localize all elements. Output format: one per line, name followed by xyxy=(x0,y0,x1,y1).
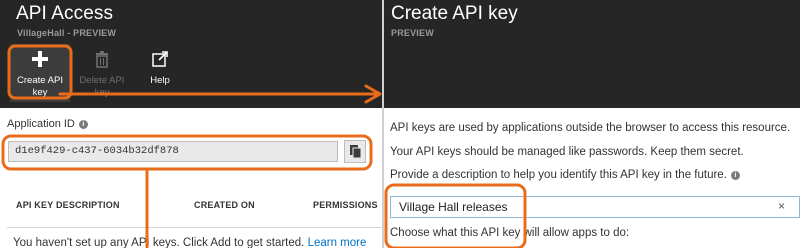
copy-icon xyxy=(350,145,362,159)
help-button[interactable]: Help xyxy=(136,44,184,102)
column-header-created-on[interactable]: CREATED ON xyxy=(194,200,255,210)
column-header-permissions[interactable]: PERMISSIONS xyxy=(313,200,378,210)
help-label: Help xyxy=(150,75,170,86)
info-icon[interactable]: i xyxy=(78,120,88,129)
trash-icon xyxy=(96,51,108,68)
blade-title: Create API key xyxy=(391,3,518,24)
create-api-key-label: Create API key xyxy=(17,75,63,98)
empty-state-text: You haven't set up any API keys. Click A… xyxy=(13,237,305,248)
blade-header: API Access VillageHall - PREVIEW Create … xyxy=(0,0,382,108)
description-hint-text: Provide a description to help you identi… xyxy=(390,169,727,181)
intro-text-2: Your API keys should be managed like pas… xyxy=(390,146,744,158)
intro-text-1: API keys are used by applications outsid… xyxy=(390,122,791,134)
blade-header: Create API key PREVIEW xyxy=(384,0,800,108)
description-input[interactable] xyxy=(390,196,800,218)
blade-title: API Access xyxy=(16,3,114,24)
create-api-key-blade: Create API key PREVIEW API keys are used… xyxy=(384,0,800,248)
permissions-prompt: Choose what this API key will allow apps… xyxy=(390,227,630,239)
table-header-divider xyxy=(7,227,382,228)
application-id-label: Application ID i xyxy=(7,118,88,130)
application-id-label-text: Application ID xyxy=(7,118,75,130)
empty-state-message: You haven't set up any API keys. Click A… xyxy=(13,237,366,248)
delete-api-key-label: Delete API key xyxy=(79,75,125,98)
application-id-field[interactable]: d1e9f429-c437-6034b32df878 xyxy=(8,141,338,162)
description-hint: Provide a description to help you identi… xyxy=(390,169,740,181)
column-header-description[interactable]: API KEY DESCRIPTION xyxy=(16,200,120,210)
blade-subtitle: VillageHall - PREVIEW xyxy=(17,28,117,38)
blade-subtitle: PREVIEW xyxy=(391,28,434,38)
delete-api-key-button[interactable]: Delete API key xyxy=(74,44,130,102)
copy-button[interactable] xyxy=(344,140,366,163)
clear-icon[interactable]: × xyxy=(778,199,785,213)
create-api-key-button[interactable]: Create API key xyxy=(10,44,70,102)
api-access-blade: API Access VillageHall - PREVIEW Create … xyxy=(0,0,382,248)
external-link-icon xyxy=(152,51,168,67)
plus-icon xyxy=(32,51,48,67)
learn-more-link[interactable]: Learn more xyxy=(308,237,367,248)
info-icon[interactable]: i xyxy=(730,171,740,180)
